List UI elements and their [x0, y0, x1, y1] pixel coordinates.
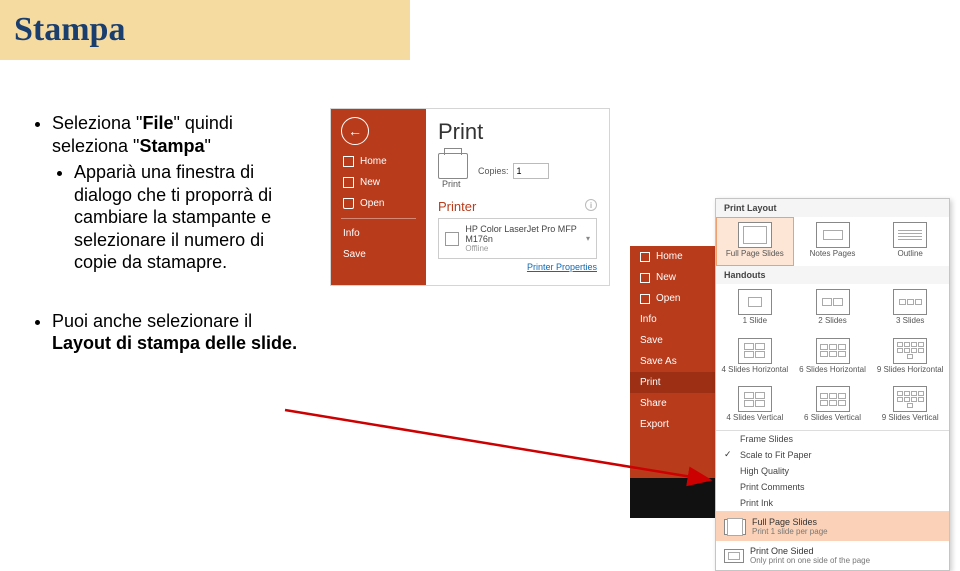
section-handouts: Handouts [716, 266, 949, 284]
print-backstage-screenshot: ← Home New Open Info Save Print Print Co… [330, 108, 610, 286]
print-button-icon[interactable] [438, 153, 468, 179]
nav2-print[interactable]: Print [630, 372, 715, 393]
layout-dropdown: Print Layout Full Page SlidesNotes Pages… [715, 198, 950, 571]
nav2-share[interactable]: Share [630, 393, 715, 414]
layout-3-slides[interactable]: 3 Slides [871, 284, 949, 333]
print-heading: Print [438, 119, 597, 145]
nav-icon [640, 273, 650, 283]
layout-outline[interactable]: Outline [871, 217, 949, 266]
home-icon [343, 156, 354, 167]
slide-title-bar: Stampa [0, 0, 410, 60]
copies-input[interactable]: 1 [513, 163, 549, 179]
sub-bullet-1: Apparià una finestra di dialogo che ti p… [74, 161, 300, 274]
layout-2-slides[interactable]: 2 Slides [794, 284, 872, 333]
nav2-new[interactable]: New [630, 267, 715, 288]
layout-9-slides-horizontal[interactable]: 9 Slides Horizontal [871, 333, 949, 382]
printer-properties-link[interactable]: Printer Properties [438, 262, 597, 272]
back-icon[interactable]: ← [341, 117, 369, 145]
opt-scale-to-fit-paper[interactable]: ✓Scale to Fit Paper [716, 447, 949, 463]
nav2-save-as[interactable]: Save As [630, 351, 715, 372]
current-full-page-slides[interactable]: Full Page SlidesPrint 1 slide per page [716, 512, 949, 541]
slide-title: Stampa [14, 11, 125, 49]
open-icon [343, 198, 354, 209]
opt-frame-slides[interactable]: Frame Slides [716, 431, 949, 447]
rail-bottom-strip [630, 478, 715, 518]
opt-high-quality[interactable]: High Quality [716, 463, 949, 479]
layout-1-slide[interactable]: 1 Slide [716, 284, 794, 333]
layout-4-slides-horizontal[interactable]: 4 Slides Horizontal [716, 333, 794, 382]
print-button-label: Print [442, 179, 468, 189]
layout-9-slides-vertical[interactable]: 9 Slides Vertical [871, 381, 949, 430]
copies-label: Copies: [478, 166, 509, 176]
printer-selector[interactable]: HP Color LaserJet Pro MFP M176nOffline ▾ [438, 218, 597, 259]
nav2-home[interactable]: Home [630, 246, 715, 267]
nav2-export[interactable]: Export [630, 414, 715, 435]
slide-text: Seleziona "File" quindi seleziona "Stamp… [30, 112, 300, 361]
nav-new[interactable]: New [331, 172, 426, 193]
current-print-one-sided[interactable]: Print One SidedOnly print on one side of… [716, 541, 949, 570]
layout-notes-pages[interactable]: Notes Pages [794, 217, 872, 266]
bullet-2: Puoi anche selezionare il Layout di stam… [52, 310, 300, 355]
chevron-down-icon: ▾ [586, 234, 590, 243]
nav2-info[interactable]: Info [630, 309, 715, 330]
printer-icon [445, 232, 459, 246]
check-icon: ✓ [724, 449, 732, 460]
layout-dropdown-screenshot: HomeNewOpenInfoSaveSave AsPrintShareExpo… [630, 198, 950, 532]
nav-icon [640, 294, 650, 304]
layout-6-slides-horizontal[interactable]: 6 Slides Horizontal [794, 333, 872, 382]
nav-home[interactable]: Home [331, 151, 426, 172]
nav-icon [640, 252, 650, 262]
info-icon[interactable]: i [585, 199, 597, 211]
nav2-open[interactable]: Open [630, 288, 715, 309]
layout-4-slides-vertical[interactable]: 4 Slides Vertical [716, 381, 794, 430]
bullet-1: Seleziona "File" quindi seleziona "Stamp… [52, 112, 300, 274]
section-print-layout: Print Layout [716, 199, 949, 217]
nav-open[interactable]: Open [331, 193, 426, 214]
nav-info[interactable]: Info [331, 223, 426, 244]
nav-save[interactable]: Save [331, 244, 426, 265]
opt-print-comments[interactable]: Print Comments [716, 479, 949, 495]
backstage-nav: ← Home New Open Info Save [331, 109, 426, 285]
backstage-nav-2: HomeNewOpenInfoSaveSave AsPrintShareExpo… [630, 246, 715, 518]
nav2-save[interactable]: Save [630, 330, 715, 351]
new-icon [343, 177, 354, 188]
printer-section-title: Printeri [438, 199, 597, 214]
opt-print-ink[interactable]: Print Ink [716, 495, 949, 511]
layout-6-slides-vertical[interactable]: 6 Slides Vertical [794, 381, 872, 430]
layout-full-page-slides[interactable]: Full Page Slides [716, 217, 794, 266]
